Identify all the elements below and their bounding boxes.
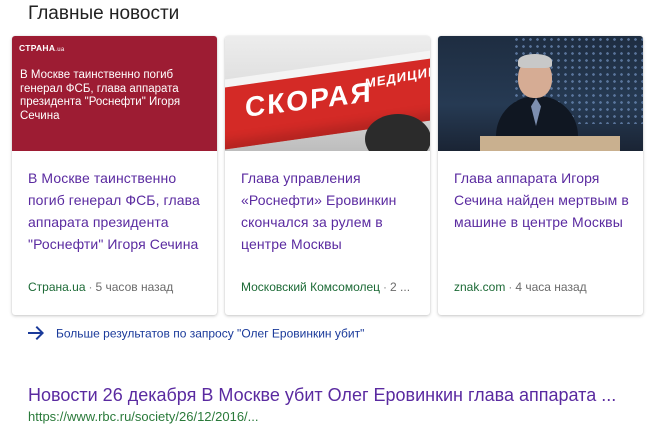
brand-logo: СТРАНА.ua <box>19 43 65 53</box>
more-results-label: Больше результатов по запросу "Олег Еров… <box>56 326 365 341</box>
arrow-right-icon <box>28 326 44 343</box>
news-source: znak.com <box>454 280 506 294</box>
separator-dot: · <box>88 280 93 294</box>
news-time: 5 часов назад <box>95 280 174 294</box>
speaker-figure <box>518 54 552 68</box>
news-time: 4 часа назад <box>515 280 587 294</box>
section-title: Главные новости <box>28 3 180 24</box>
result-title-link[interactable]: Новости 26 декабря В Москве убит Олег Ер… <box>28 385 616 406</box>
news-card-1[interactable]: СТРАНА.ua В Москве таинственно погиб ген… <box>12 36 217 315</box>
more-results-link[interactable]: Больше результатов по запросу "Олег Еров… <box>28 326 364 343</box>
news-meta: Московский Комсомолец · 2 ... <box>241 280 410 294</box>
news-source: Страна.ua <box>28 280 86 294</box>
news-thumbnail[interactable]: СТРАНА.ua В Москве таинственно погиб ген… <box>12 36 217 151</box>
news-card-2[interactable]: МЕДИЦИНСКАЯ СКОРАЯ Глава управления «Рос… <box>225 36 430 315</box>
separator-dot: · <box>383 280 388 294</box>
news-source: Московский Комсомолец <box>241 280 381 294</box>
thumbnail-text: В Москве таинственно погиб генерал ФСБ, … <box>20 69 181 122</box>
news-meta: Страна.ua · 5 часов назад <box>28 280 173 294</box>
ambulance-wheel <box>365 114 430 151</box>
news-thumbnail[interactable] <box>438 36 643 151</box>
news-thumbnail[interactable]: МЕДИЦИНСКАЯ СКОРАЯ <box>225 36 430 151</box>
news-card-3[interactable]: Глава аппарата Игоря Сечина найден мертв… <box>438 36 643 315</box>
news-meta: znak.com · 4 часа назад <box>454 280 587 294</box>
podium <box>480 136 620 151</box>
news-headline[interactable]: Глава управления «Роснефти» Еровинкин ск… <box>241 167 419 255</box>
result-url: https://www.rbc.ru/society/26/12/2016/..… <box>28 409 259 424</box>
news-headline[interactable]: Глава аппарата Игоря Сечина найден мертв… <box>454 167 632 233</box>
news-headline[interactable]: В Москве таинственно погиб генерал ФСБ, … <box>28 167 206 255</box>
news-time: 2 ... <box>390 280 411 294</box>
separator-dot: · <box>508 280 513 294</box>
